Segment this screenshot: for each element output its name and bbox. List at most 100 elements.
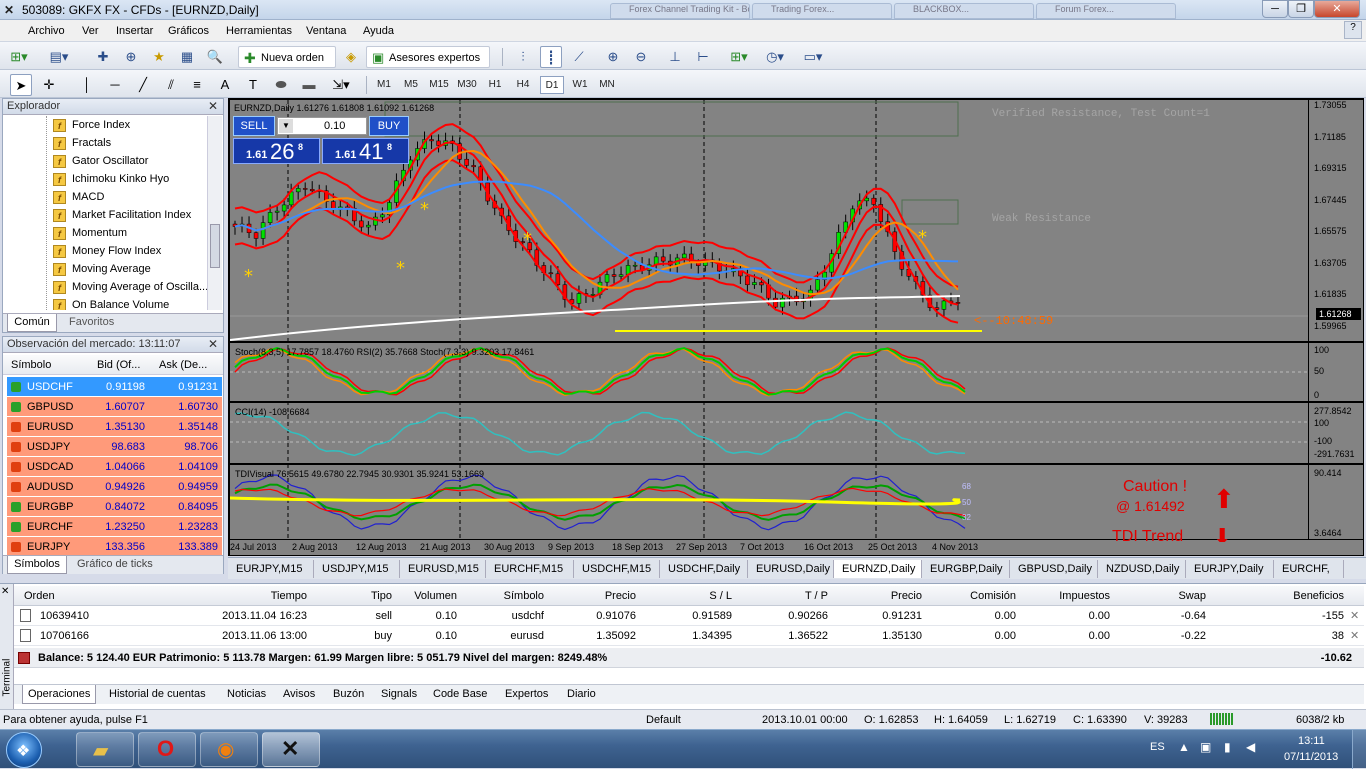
text-icon[interactable]: A (214, 74, 236, 96)
tile-windows-icon[interactable]: ⊥ (664, 46, 686, 68)
line-chart-icon[interactable]: ⟋ (568, 46, 590, 68)
close-icon[interactable]: ✕ (208, 337, 218, 351)
order-row[interactable]: 10639410 2013.11.04 16:23 sell 0.10 usdchf 0.… (14, 606, 1364, 626)
close-button[interactable]: ✕ (1314, 0, 1360, 18)
tree-item-fractals[interactable]: f Fractals (53, 134, 111, 152)
periods-icon[interactable]: ◷▾ (764, 46, 786, 68)
terminal-tab[interactable]: Signals (376, 685, 422, 704)
taskbar-firefox[interactable]: ◉ (200, 732, 258, 767)
lot-size-input[interactable]: ▼ 0.10 (277, 117, 367, 135)
buy-button[interactable]: BUY (369, 116, 409, 136)
terminal-tab[interactable]: Code Base (428, 685, 492, 704)
navigator-scrollbar[interactable] (207, 116, 222, 310)
col-tipo[interactable]: Tipo (314, 590, 392, 602)
horizontal-line-icon[interactable]: ─ (104, 74, 126, 96)
col-orden[interactable]: Orden (24, 590, 55, 602)
terminal-tab[interactable]: Avisos (278, 685, 320, 704)
col-tiempo[interactable]: Tiempo (154, 590, 307, 602)
tree-item-ichimoku[interactable]: f Ichimoku Kinko Hyo (53, 170, 169, 188)
menu-ventana[interactable]: Ventana (306, 25, 346, 37)
terminal-tab[interactable]: Noticias (222, 685, 271, 704)
bar-chart-icon[interactable]: ⫶ (512, 46, 534, 68)
col-impuestos[interactable]: Impuestos (1024, 590, 1110, 602)
sell-price[interactable]: 1.61 26 8 (233, 138, 320, 164)
col-beneficios[interactable]: Beneficios (1214, 590, 1344, 602)
scroll-thumb[interactable] (210, 224, 220, 268)
buy-price[interactable]: 1.61 41 8 (322, 138, 409, 164)
tree-item-macd[interactable]: f MACD (53, 188, 104, 206)
market-watch-row[interactable]: AUDUSD 0.94926 0.94959 (7, 477, 222, 497)
background-window-tab[interactable]: Trading Forex... (752, 3, 892, 19)
alert-icon[interactable]: ◈ (340, 46, 362, 68)
tab-grafico-ticks[interactable]: Gráfico de ticks (77, 558, 153, 570)
chart-tab[interactable]: EURUSD,M15 (400, 560, 486, 578)
chart-tab[interactable]: USDCHF,M15 (574, 560, 660, 578)
navigator-icon[interactable]: ★ (148, 46, 170, 68)
chart-tab[interactable]: EURCHF, (1274, 560, 1344, 578)
indicators-icon[interactable]: ⊞▾ (728, 46, 750, 68)
chart-tab[interactable]: EURCHF,M15 (486, 560, 574, 578)
tray-arrow-icon[interactable]: ▲ (1178, 740, 1190, 754)
order-row[interactable]: 10706166 2013.11.06 13:00 buy 0.10 eurusd 1.3… (14, 626, 1364, 646)
taskbar-opera[interactable]: O (138, 732, 196, 767)
col-comision[interactable]: Comisión (924, 590, 1016, 602)
templates-icon[interactable]: ▭▾ (802, 46, 824, 68)
market-watch-icon[interactable]: ✚ (92, 46, 114, 68)
terminal-tab[interactable]: Diario (562, 685, 601, 704)
zoom-out-icon[interactable]: ⊖ (630, 46, 652, 68)
chart-tab[interactable]: USDJPY,M15 (314, 560, 400, 578)
market-watch-row[interactable]: EURCHF 1.23250 1.23283 (7, 517, 222, 537)
tree-item-mfi[interactable]: f Market Facilitation Index (53, 206, 191, 224)
chart-tab[interactable]: GBPUSD,Daily (1010, 560, 1098, 578)
equidistant-channel-icon[interactable]: ⫽ (160, 74, 182, 96)
chart-tab[interactable]: USDCHF,Daily (660, 560, 748, 578)
timeframe-mn[interactable]: MN (595, 76, 619, 94)
timeframe-m15[interactable]: M15 (427, 76, 451, 94)
chart-tab[interactable]: NZDUSD,Daily (1098, 560, 1186, 578)
start-button[interactable]: ❖ (6, 732, 42, 768)
timeframe-h1[interactable]: H1 (483, 76, 507, 94)
timeframe-m5[interactable]: M5 (399, 76, 423, 94)
menu-herramientas[interactable]: Herramientas (226, 25, 292, 37)
market-watch-row[interactable]: GBPUSD 1.60707 1.60730 (7, 397, 222, 417)
timeframe-m30[interactable]: M30 (455, 76, 479, 94)
col-bid[interactable]: Bid (Of... (97, 359, 140, 371)
tab-comun[interactable]: Común (7, 314, 57, 332)
col-volumen[interactable]: Volumen (394, 590, 457, 602)
lot-decrease-icon[interactable]: ▼ (279, 119, 293, 133)
chart-shift-icon[interactable]: ⊢ (692, 46, 714, 68)
ellipse-icon[interactable]: ⬬ (270, 74, 292, 96)
menu-archivo[interactable]: Archivo (28, 25, 65, 37)
rectangle-icon[interactable]: ▬ (298, 74, 320, 96)
col-precio[interactable]: Precio (554, 590, 636, 602)
terminal-tab[interactable]: Buzón (328, 685, 369, 704)
network-icon[interactable]: ▣ (1200, 740, 1211, 754)
timeframe-h4[interactable]: H4 (511, 76, 535, 94)
clock-time[interactable]: 13:11 (1298, 735, 1325, 747)
vertical-line-icon[interactable]: │ (76, 74, 98, 96)
data-window-icon[interactable]: ⊕ (120, 46, 142, 68)
col-sl[interactable]: S / L (644, 590, 732, 602)
col-simbolo[interactable]: Símbolo (464, 590, 544, 602)
tree-item-momentum[interactable]: f Momentum (53, 224, 127, 242)
col-ask[interactable]: Ask (De... (159, 359, 207, 371)
terminal-tab[interactable]: Operaciones (22, 685, 97, 704)
tab-favoritos[interactable]: Favoritos (69, 316, 114, 328)
battery-icon[interactable]: ▮ (1224, 740, 1231, 754)
language-indicator[interactable]: ES (1150, 741, 1165, 753)
restore-button[interactable]: ❐ (1288, 0, 1314, 18)
timeframe-d1[interactable]: D1 (540, 76, 564, 94)
expert-advisors-button[interactable]: ▣ Asesores expertos (366, 46, 490, 68)
terminal-tab[interactable]: Expertos (500, 685, 553, 704)
chart-tab[interactable]: EURJPY,Daily (1186, 560, 1274, 578)
clock-date[interactable]: 07/11/2013 (1284, 751, 1338, 763)
terminal-tab[interactable]: Historial de cuentas (104, 685, 211, 704)
market-watch-row[interactable]: EURGBP 0.84072 0.84095 (7, 497, 222, 517)
close-icon[interactable]: ✕ (208, 99, 218, 113)
tab-simbolos[interactable]: Símbolos (7, 556, 67, 574)
tree-item-osma[interactable]: f Moving Average of Oscilla... (53, 278, 207, 296)
trendline-icon[interactable]: ╱ (132, 74, 154, 96)
col-precio-actual[interactable]: Precio (834, 590, 922, 602)
background-window-tab[interactable]: BLACKBOX... (894, 3, 1034, 19)
candlestick-icon[interactable]: ┋ (540, 46, 562, 68)
